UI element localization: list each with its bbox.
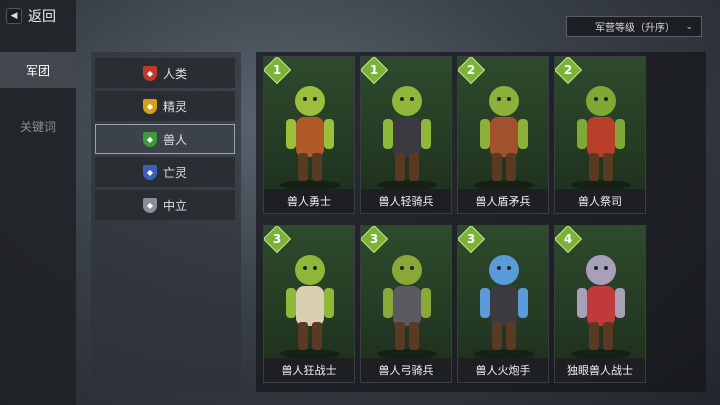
tab-legion-label: 军团 xyxy=(25,63,50,78)
back-button[interactable]: ◀ 返回 xyxy=(6,6,56,26)
unit-card[interactable]: 1 兽人轻骑兵 xyxy=(360,56,452,214)
unit-card[interactable]: 2 兽人盾矛兵 xyxy=(457,56,549,214)
unit-name: 兽人轻骑兵 xyxy=(361,189,451,213)
unit-name: 兽人火炮手 xyxy=(458,358,548,382)
faction-label: 中立 xyxy=(162,198,187,213)
unit-card[interactable]: 3 兽人弓骑兵 xyxy=(360,225,452,383)
faction-label: 人类 xyxy=(162,66,187,81)
unit-card[interactable]: 4 独眼兽人战士 xyxy=(554,225,646,383)
level-badge-number: 2 xyxy=(563,63,573,77)
faction-item-orc[interactable]: ◆ 兽人 xyxy=(95,124,235,154)
unit-name: 兽人盾矛兵 xyxy=(458,189,548,213)
unit-grid: 1 兽人勇士 1 兽人轻骑兵 2 兽人盾矛兵 2 兽人祭司 3 兽人狂战士 3 兽人弓骑兵 3 兽人火炮手… xyxy=(256,52,706,392)
unit-card[interactable]: 2 兽人祭司 xyxy=(554,56,646,214)
orc-faction-icon: ◆ xyxy=(142,131,157,147)
tab-legion[interactable]: 军团 xyxy=(0,52,76,88)
faction-label: 兽人 xyxy=(162,132,187,147)
sort-label: 军营等级（升序） xyxy=(595,23,675,34)
faction-item-human[interactable]: ◆ 人类 xyxy=(95,58,235,88)
unit-name: 独眼兽人战士 xyxy=(555,358,645,382)
faction-label: 精灵 xyxy=(162,99,187,114)
level-badge-number: 3 xyxy=(369,232,379,246)
tab-keywords[interactable]: 关键词 xyxy=(0,108,76,144)
unit-name: 兽人弓骑兵 xyxy=(361,358,451,382)
unit-name: 兽人勇士 xyxy=(264,189,354,213)
level-badge-number: 4 xyxy=(563,232,573,246)
level-badge-number: 3 xyxy=(466,232,476,246)
faction-item-neutral[interactable]: ◆ 中立 xyxy=(95,190,235,220)
unit-name: 兽人狂战士 xyxy=(264,358,354,382)
undead-faction-icon: ◆ xyxy=(142,164,157,180)
elf-faction-icon: ◆ xyxy=(142,98,157,114)
back-label: 返回 xyxy=(28,9,56,25)
left-nav-rail: ◀ 返回 军团 关键词 xyxy=(0,0,76,405)
faction-list: ◆ 人类 ◆ 精灵 ◆ 兽人 ◆ 亡灵 ◆ 中立 xyxy=(91,52,241,392)
human-faction-icon: ◆ xyxy=(142,65,157,81)
tab-keywords-label: 关键词 xyxy=(19,119,56,134)
faction-item-undead[interactable]: ◆ 亡灵 xyxy=(95,157,235,187)
neutral-faction-icon: ◆ xyxy=(142,197,157,213)
level-badge-number: 2 xyxy=(466,63,476,77)
level-badge-number: 1 xyxy=(272,63,282,77)
unit-card[interactable]: 1 兽人勇士 xyxy=(263,56,355,214)
faction-label: 亡灵 xyxy=(162,165,187,180)
back-arrow-icon: ◀ xyxy=(6,8,22,24)
level-badge-number: 1 xyxy=(369,63,379,77)
sort-dropdown[interactable]: 军营等级（升序） ⌄ xyxy=(566,16,702,37)
chevron-down-icon: ⌄ xyxy=(685,22,693,32)
unit-name: 兽人祭司 xyxy=(555,189,645,213)
faction-item-elf[interactable]: ◆ 精灵 xyxy=(95,91,235,121)
unit-card[interactable]: 3 兽人火炮手 xyxy=(457,225,549,383)
level-badge-number: 3 xyxy=(272,232,282,246)
unit-card[interactable]: 3 兽人狂战士 xyxy=(263,225,355,383)
